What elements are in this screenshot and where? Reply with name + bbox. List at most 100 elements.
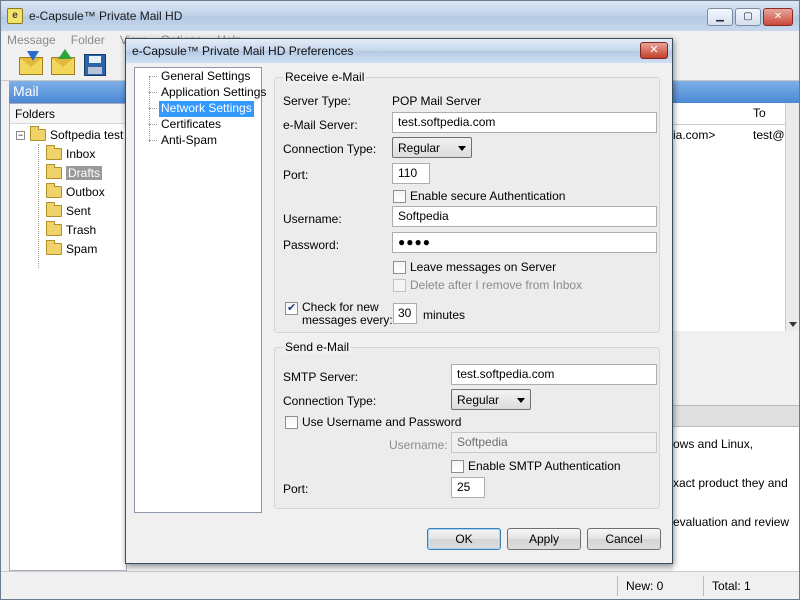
email-server-label: e-Mail Server: (283, 118, 358, 132)
chevron-down-icon (458, 146, 466, 151)
mail-section-header: Mail (9, 81, 127, 103)
password-label: Password: (283, 238, 340, 252)
column-to[interactable]: To (753, 106, 766, 120)
username-label: Username: (283, 212, 342, 226)
sent-folder-icon (46, 202, 62, 217)
message-from: ia.com> (673, 128, 716, 142)
outbox-folder-icon (46, 183, 62, 198)
list-section-header (673, 81, 799, 103)
maximize-button[interactable]: ▢ (735, 8, 761, 26)
status-bar: New: 0 Total: 1 (1, 571, 799, 599)
nav-application-settings[interactable]: Application Settings (159, 85, 268, 101)
smtp-server-input[interactable]: test.softpedia.com (451, 364, 657, 385)
tree-item-inbox[interactable]: Inbox (44, 145, 97, 163)
menu-folder[interactable]: Folder (65, 31, 111, 49)
message-list-header: To (673, 103, 799, 125)
receive-mail-button[interactable] (17, 51, 45, 79)
send-email-group: Send e-Mail SMTP Server: test.softpedia.… (274, 340, 660, 509)
trash-icon (46, 221, 62, 236)
dialog-close-button[interactable]: ✕ (640, 42, 668, 59)
close-button[interactable]: ✕ (763, 8, 793, 26)
tree-item-trash[interactable]: Trash (44, 221, 98, 239)
checkbox-box (285, 416, 298, 429)
nav-general-settings[interactable]: General Settings (159, 69, 252, 85)
save-button[interactable] (81, 51, 109, 79)
delete-after-remove-checkbox[interactable]: Delete after I remove from Inbox (393, 278, 582, 292)
check-interval-input[interactable]: 30 (393, 303, 417, 324)
leave-on-server-checkbox[interactable]: Leave messages on Server (393, 260, 556, 274)
drafts-folder-icon (46, 164, 62, 179)
nav-certificates[interactable]: Certificates (159, 117, 223, 133)
receive-connection-type-select[interactable]: Regular (392, 137, 472, 158)
minimize-button[interactable]: ▁ (707, 8, 733, 26)
tree-item-sent[interactable]: Sent (44, 202, 93, 220)
status-total-count: Total: 1 (703, 576, 797, 596)
nav-anti-spam[interactable]: Anti-Spam (159, 133, 219, 149)
tree-item-outbox[interactable]: Outbox (44, 183, 107, 201)
main-titlebar: e e-Capsule™ Private Mail HD ▁ ▢ ✕ (1, 1, 799, 31)
checkbox-box (393, 279, 406, 292)
server-type-label: Server Type: (283, 94, 351, 108)
username-input[interactable]: Softpedia (392, 206, 657, 227)
dialog-title: e-Capsule™ Private Mail HD Preferences (132, 44, 354, 58)
inbox-folder-icon (46, 145, 62, 160)
smtp-auth-checkbox[interactable]: Enable SMTP Authentication (451, 459, 621, 473)
folders-title: Folders (10, 104, 126, 124)
email-server-input[interactable]: test.softpedia.com (392, 112, 657, 133)
preview-line: xact product they and (673, 476, 788, 490)
password-input[interactable]: ●●●● (392, 232, 657, 253)
window-controls: ▁ ▢ ✕ (707, 8, 793, 26)
smtp-port-label: Port: (283, 482, 309, 496)
app-icon: e (7, 8, 23, 24)
download-arrow-icon (27, 51, 39, 61)
preview-header (673, 405, 799, 427)
send-connection-type-select[interactable]: Regular (451, 389, 531, 410)
connection-type-label: Connection Type: (283, 142, 377, 156)
message-list-scrollbar[interactable] (785, 103, 799, 331)
preview-line (673, 455, 799, 475)
checkbox-box (285, 301, 298, 315)
smtp-username-label: Username: (389, 438, 448, 452)
tree-root-softpedia-test[interactable]: Softpedia test (28, 126, 125, 144)
preview-text: ows and Linux, xact product they and eva… (673, 427, 799, 571)
tree-collapse-toggle[interactable]: − (16, 131, 25, 140)
spam-folder-icon (46, 240, 62, 255)
floppy-disk-icon (84, 54, 106, 76)
receive-email-title: Receive e-Mail (283, 70, 367, 84)
checkbox-box (393, 261, 406, 274)
cancel-button[interactable]: Cancel (587, 528, 661, 550)
preview-line: evaluation and review (673, 515, 790, 529)
ok-button[interactable]: OK (427, 528, 501, 550)
smtp-port-input[interactable]: 25 (451, 477, 485, 498)
upload-arrow-icon (58, 49, 72, 59)
main-window-title: e-Capsule™ Private Mail HD (29, 9, 183, 23)
send-mail-button[interactable] (49, 49, 77, 79)
check-interval-unit: minutes (423, 308, 466, 322)
scroll-down-arrow-icon[interactable] (789, 322, 797, 327)
tree-item-drafts[interactable]: Drafts (44, 164, 104, 182)
folder-icon (30, 126, 46, 141)
menu-message[interactable]: Message (1, 31, 62, 49)
send-email-title: Send e-Mail (283, 340, 352, 354)
secure-auth-checkbox[interactable]: Enable secure Authentication (393, 189, 565, 203)
check-new-messages-checkbox[interactable]: Check for new messages every: (285, 301, 393, 327)
smtp-username-input[interactable]: Softpedia (451, 432, 657, 453)
checkbox-box (451, 460, 464, 473)
receive-email-group: Receive e-Mail Server Type: POP Mail Ser… (274, 70, 660, 333)
chevron-down-icon (517, 398, 525, 403)
receive-port-input[interactable]: 110 (392, 163, 430, 184)
use-username-password-checkbox[interactable]: Use Username and Password (285, 415, 461, 429)
message-list (673, 145, 785, 331)
message-row[interactable]: ia.com> test@so (673, 125, 799, 145)
server-type-value: POP Mail Server (392, 94, 482, 108)
folders-pane: Folders − Softpedia test Inbox Drafts Ou… (9, 103, 127, 571)
tree-item-spam[interactable]: Spam (44, 240, 99, 258)
status-new-count: New: 0 (617, 576, 703, 596)
checkbox-box (393, 190, 406, 203)
apply-button[interactable]: Apply (507, 528, 581, 550)
envelope-icon (51, 57, 75, 75)
preview-line (673, 494, 799, 514)
preview-line: ows and Linux, (673, 437, 754, 451)
nav-network-settings[interactable]: Network Settings (159, 101, 254, 117)
smtp-server-label: SMTP Server: (283, 370, 359, 384)
